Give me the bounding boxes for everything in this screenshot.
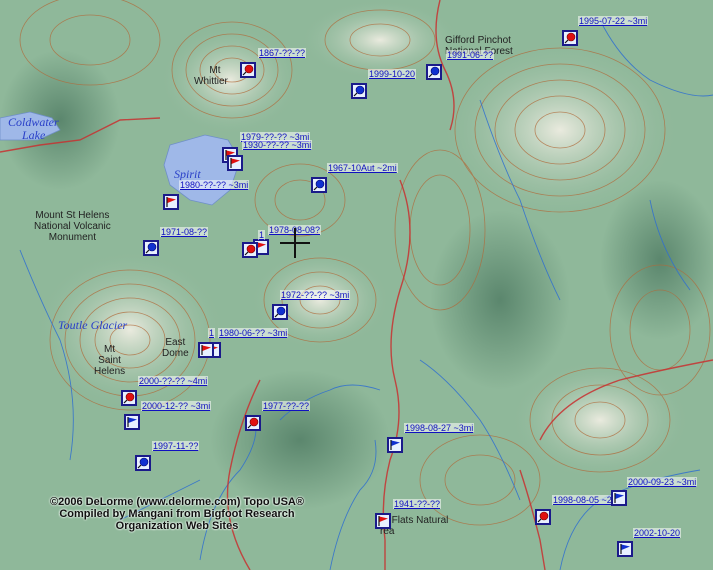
blue-pin-icon[interactable]: [311, 177, 327, 193]
sighting-link[interactable]: 1967-10Aut ~2mi: [327, 163, 398, 173]
red-flag-icon[interactable]: [227, 155, 243, 171]
credit-line-1: ©2006 DeLorme (www.delorme.com) Topo USA…: [50, 496, 304, 508]
mt-saint-helens-label: Mt Saint Helens: [94, 344, 126, 377]
blue-flag-icon[interactable]: [611, 490, 627, 506]
sighting-link[interactable]: 1971-08-??: [160, 227, 209, 237]
sighting-link[interactable]: 1977-??-??: [262, 401, 311, 411]
red-pin-icon[interactable]: [242, 242, 258, 258]
coldwater-lake-label: Coldwater Lake: [8, 115, 59, 142]
mt-whittier-label: Mt Whittier: [194, 65, 228, 87]
red-flag-icon[interactable]: [375, 513, 391, 529]
sighting-link[interactable]: 1941-??-??: [393, 499, 442, 509]
crosshair-cursor-icon: [280, 228, 310, 258]
blue-flag-icon[interactable]: [124, 414, 140, 430]
red-pin-icon[interactable]: [240, 62, 256, 78]
sighting-link[interactable]: 1930-??-?? ~3mi: [242, 140, 313, 150]
credit-line-3: Organization Web Sites: [115, 520, 239, 532]
red-pin-icon[interactable]: [535, 509, 551, 525]
sighting-link[interactable]: 1980-06-?? ~3mi: [218, 328, 289, 338]
sighting-link[interactable]: 1991-06-??: [446, 50, 495, 60]
sighting-link[interactable]: 1997-11-??: [152, 441, 200, 451]
sighting-link[interactable]: 1999-10-20: [368, 69, 417, 79]
blue-pin-icon[interactable]: [426, 64, 442, 80]
sighting-link[interactable]: 1998-08-27 ~3mi: [404, 423, 475, 433]
blue-flag-icon[interactable]: [387, 437, 403, 453]
blue-pin-icon[interactable]: [351, 83, 367, 99]
toutle-glacier-label: Toutle Glacier: [58, 318, 128, 332]
blue-pin-icon[interactable]: [135, 455, 151, 471]
red-pin-icon[interactable]: [245, 415, 261, 431]
sighting-link[interactable]: 1995-07-22 ~3mi: [578, 16, 649, 26]
sighting-link[interactable]: 1980-??-?? ~3mi: [179, 180, 250, 190]
red-flag-pin-icon[interactable]: [562, 30, 578, 46]
mt-st-helens-monument-label: Mount St Helens National Volcanic Monume…: [34, 210, 111, 243]
topo-map[interactable]: Coldwater Lake Spirit Toutle Glacier Mt …: [0, 0, 713, 570]
sighting-link[interactable]: 2002-10-20: [633, 528, 682, 538]
sighting-link[interactable]: 1: [208, 328, 216, 338]
red-flag-icon[interactable]: [163, 194, 179, 210]
blue-pin-icon[interactable]: [143, 240, 159, 256]
sighting-link[interactable]: 2000-12-?? ~3mi: [141, 401, 212, 411]
sighting-link[interactable]: 1972-??-?? ~3mi: [280, 290, 351, 300]
blue-pin-icon[interactable]: [272, 304, 288, 320]
sighting-link[interactable]: 1: [258, 230, 266, 240]
red-pin-icon[interactable]: [121, 390, 137, 406]
red-flag-icon[interactable]: [198, 342, 214, 358]
sighting-link[interactable]: 1867-??-??: [258, 48, 307, 58]
east-dome-label: East Dome: [162, 337, 189, 359]
blue-flag-icon[interactable]: [617, 541, 633, 557]
sighting-link[interactable]: 2000-??-?? ~4mi: [138, 376, 209, 386]
map-credit: ©2006 DeLorme (www.delorme.com) Topo USA…: [27, 496, 327, 532]
credit-line-2: Compiled by Mangani from Bigfoot Researc…: [59, 508, 295, 520]
sighting-link[interactable]: 2000-09-23 ~3mi: [627, 477, 698, 487]
